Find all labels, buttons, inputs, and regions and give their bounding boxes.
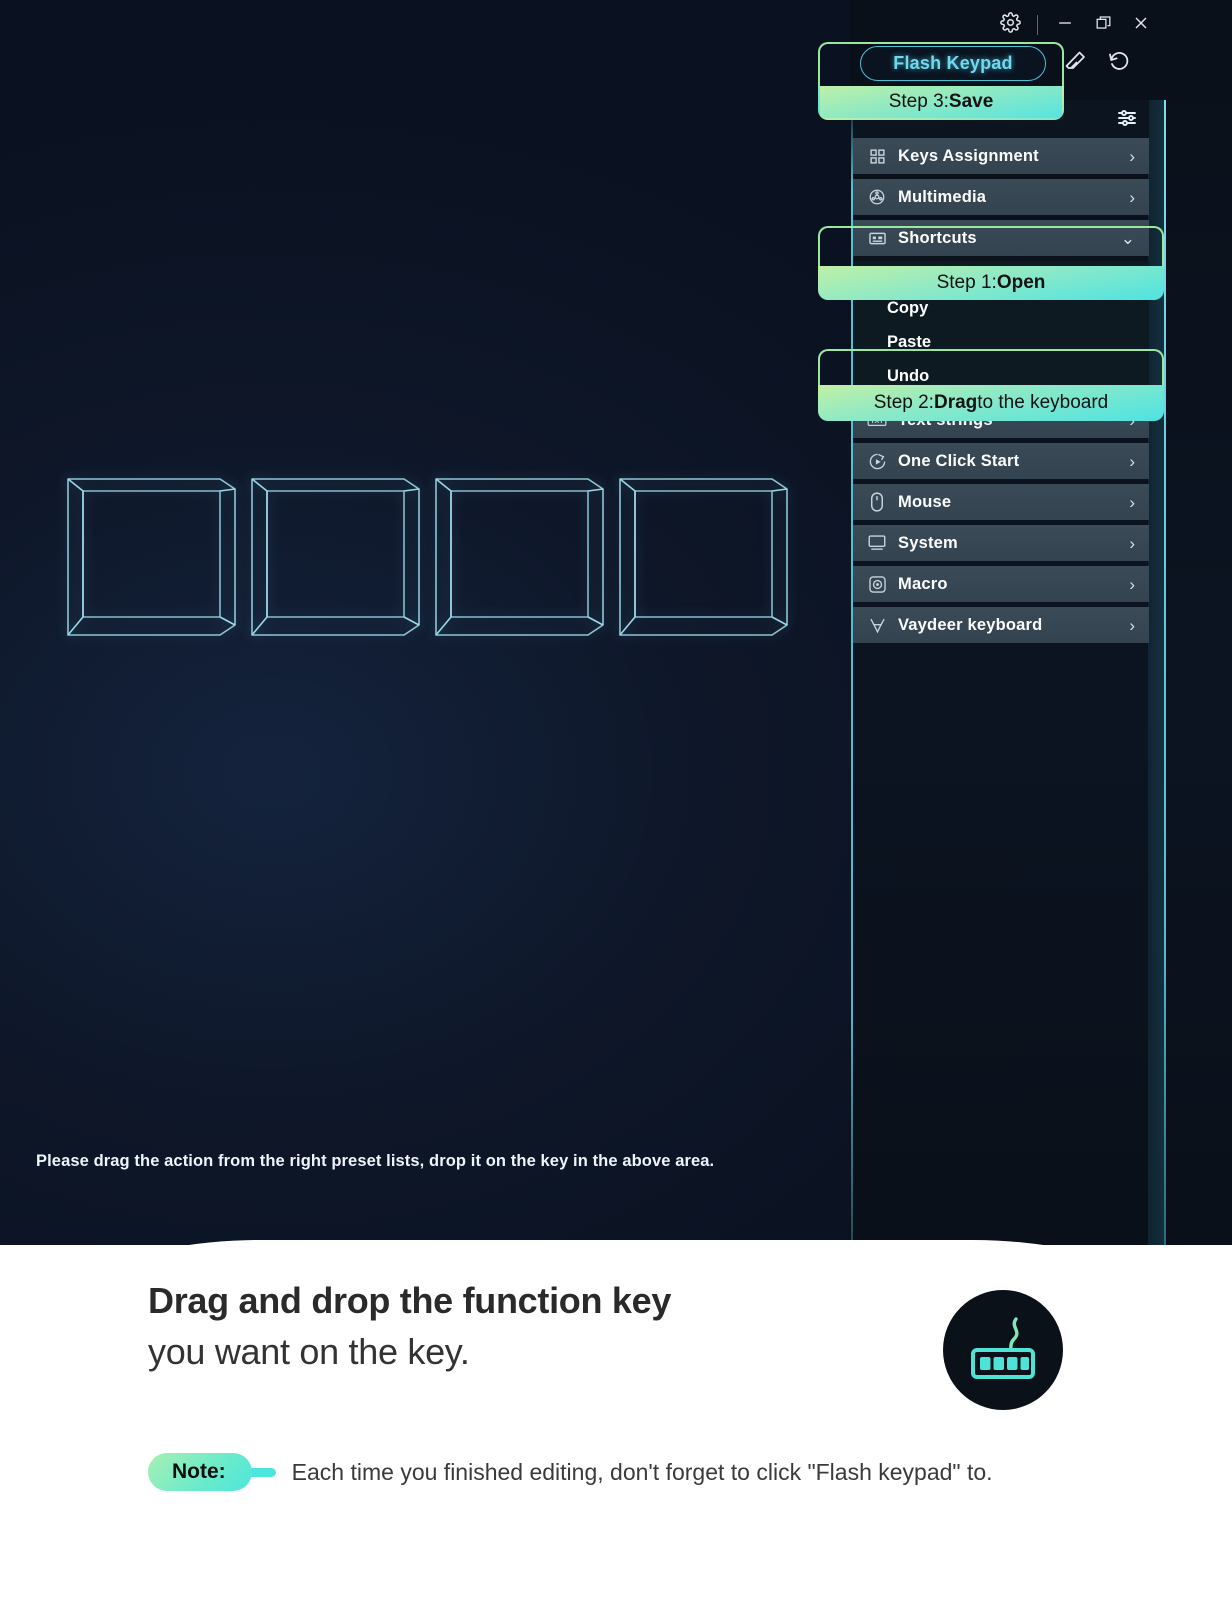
macro-icon bbox=[867, 574, 887, 594]
sliders-icon bbox=[1115, 110, 1139, 134]
mouse-icon bbox=[867, 492, 887, 512]
menu-item-keys-assignment[interactable]: Keys Assignment › bbox=[853, 138, 1149, 174]
reset-button[interactable] bbox=[1104, 49, 1134, 79]
page-title: Drag and drop the function key you want … bbox=[148, 1275, 848, 1377]
keypad-badge bbox=[943, 1290, 1063, 1410]
keycap-slot[interactable] bbox=[612, 465, 796, 645]
menu-item-label: Multimedia bbox=[898, 187, 987, 206]
monitor-icon bbox=[867, 533, 887, 553]
note-tail-icon bbox=[249, 1467, 276, 1477]
menu-item-macro[interactable]: Macro › bbox=[853, 566, 1149, 602]
minimize-button[interactable] bbox=[1046, 8, 1084, 42]
close-button[interactable] bbox=[1122, 8, 1160, 42]
window-controls bbox=[991, 8, 1160, 42]
menu-item-system[interactable]: System › bbox=[853, 525, 1149, 561]
headline-line-1: Drag and drop the function key bbox=[148, 1280, 672, 1321]
callout-step-1-emphasis: Open bbox=[996, 272, 1046, 293]
chevron-right-icon: › bbox=[1129, 615, 1135, 635]
gear-icon bbox=[999, 12, 1021, 38]
chevron-right-icon: › bbox=[1129, 146, 1135, 166]
callout-step-3-outline bbox=[818, 42, 1064, 87]
headline-line-2: you want on the key. bbox=[148, 1331, 470, 1373]
note-row: Note: Each time you finished editing, do… bbox=[148, 1453, 993, 1491]
note-badge: Note: bbox=[148, 1453, 252, 1491]
minimize-icon bbox=[1055, 13, 1075, 38]
one-click-icon bbox=[867, 451, 887, 471]
chevron-right-icon: › bbox=[1129, 492, 1135, 512]
callout-step-2-emphasis: Drag bbox=[933, 392, 978, 413]
menu-item-label: One Click Start bbox=[898, 451, 1020, 470]
menu-item-vaydeer-keyboard[interactable]: Vaydeer keyboard › bbox=[853, 607, 1149, 643]
callout-step-3-banner: Step 3: Save bbox=[818, 86, 1064, 120]
menu-item-label: System bbox=[898, 533, 958, 552]
restore-button[interactable] bbox=[1084, 8, 1122, 42]
note-label: Note: bbox=[172, 1460, 226, 1483]
close-icon bbox=[1131, 13, 1151, 38]
callout-step-2-banner: Step 2: Drag to the keyboard bbox=[818, 385, 1164, 421]
vaydeer-icon bbox=[867, 615, 887, 635]
menu-item-mouse[interactable]: Mouse › bbox=[853, 484, 1149, 520]
note-text: Each time you finished editing, don't fo… bbox=[291, 1458, 993, 1485]
callout-step-3-emphasis: Save bbox=[948, 91, 994, 112]
callout-step-2-suffix: to the keyboard bbox=[977, 392, 1109, 413]
control-separator bbox=[1037, 15, 1038, 35]
chevron-right-icon: › bbox=[1129, 574, 1135, 594]
menu-item-one-click-start[interactable]: One Click Start › bbox=[853, 443, 1149, 479]
callout-step-2-prefix: Step 2: bbox=[873, 392, 934, 413]
eraser-icon bbox=[1063, 49, 1087, 78]
keycap-row bbox=[60, 465, 796, 645]
callout-step-3: Step 3: Save bbox=[818, 42, 1064, 120]
film-reel-icon bbox=[867, 187, 887, 207]
eraser-button[interactable] bbox=[1060, 49, 1090, 79]
grid-icon bbox=[867, 146, 887, 166]
menu-item-label: Vaydeer keyboard bbox=[898, 615, 1043, 634]
callout-step-1: Step 1: Open bbox=[818, 226, 1164, 300]
keycap-slot[interactable] bbox=[60, 465, 244, 645]
restore-icon bbox=[1094, 13, 1113, 37]
chevron-right-icon: › bbox=[1129, 187, 1135, 207]
screenshot-root: Flash Keypad Keys Assignment › Multimedi… bbox=[0, 0, 1232, 1600]
settings-button[interactable] bbox=[991, 8, 1029, 42]
keycap-slot[interactable] bbox=[244, 465, 428, 645]
menu-item-label: Mouse bbox=[898, 492, 952, 511]
callout-step-1-banner: Step 1: Open bbox=[818, 266, 1164, 300]
keycap-slot[interactable] bbox=[428, 465, 612, 645]
keypad-icon bbox=[964, 1309, 1042, 1392]
panel-divider-right bbox=[1164, 100, 1166, 1245]
app-window: Flash Keypad Keys Assignment › Multimedi… bbox=[0, 0, 1232, 1245]
chevron-right-icon: › bbox=[1129, 533, 1135, 553]
menu-item-label: Keys Assignment bbox=[898, 146, 1039, 165]
menu-item-label: Macro bbox=[898, 574, 948, 593]
callout-step-1-prefix: Step 1: bbox=[936, 272, 997, 293]
chevron-right-icon: › bbox=[1129, 451, 1135, 471]
callout-step-1-outline bbox=[818, 226, 1164, 266]
callout-step-2-outline bbox=[818, 349, 1164, 385]
drag-hint-text: Please drag the action from the right pr… bbox=[36, 1152, 715, 1170]
bottom-sheet: Drag and drop the function key you want … bbox=[0, 1240, 1232, 1600]
callout-step-2: Step 2: Drag to the keyboard bbox=[818, 349, 1164, 421]
filter-settings-button[interactable] bbox=[1115, 106, 1141, 132]
menu-item-multimedia[interactable]: Multimedia › bbox=[853, 179, 1149, 215]
callout-step-3-prefix: Step 3: bbox=[888, 91, 949, 112]
reset-history-icon bbox=[1107, 49, 1131, 78]
